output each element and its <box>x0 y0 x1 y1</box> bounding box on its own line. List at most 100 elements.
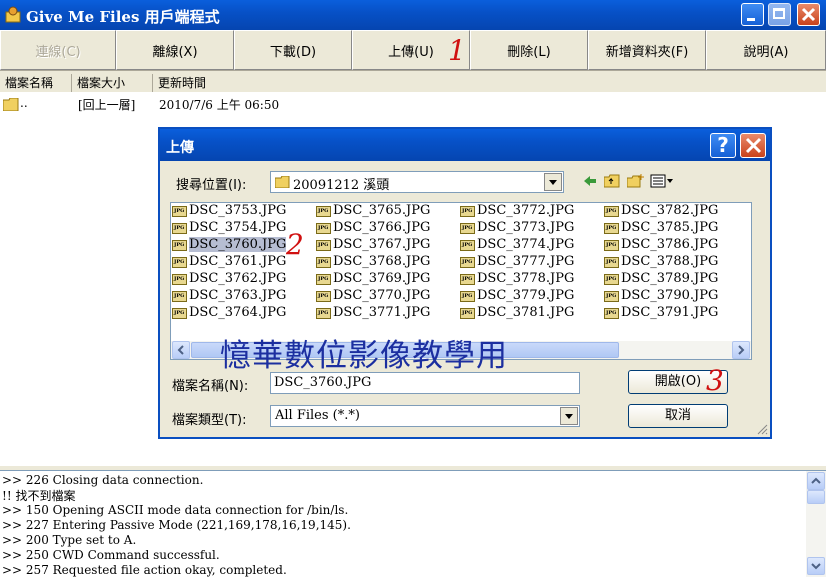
dialog-title-bar[interactable]: 上傳 ? <box>160 129 770 161</box>
row-name: .. <box>20 96 28 110</box>
file-item-label: DSC_3772.JPG <box>477 203 575 218</box>
file-item[interactable]: DSC_3778.JPG <box>459 271 574 287</box>
jpg-file-icon <box>460 206 475 217</box>
file-item[interactable]: DSC_3763.JPG <box>171 288 286 304</box>
log-panel[interactable]: >> 226 Closing data connection. !! 找不到檔案… <box>0 470 826 577</box>
chevron-right-icon <box>738 345 745 355</box>
file-item[interactable]: DSC_3779.JPG <box>459 288 574 304</box>
file-item[interactable]: DSC_3767.JPG <box>315 237 430 253</box>
download-button[interactable]: 下載(D) <box>234 30 352 70</box>
file-item[interactable]: DSC_3761.JPG <box>171 254 286 270</box>
table-row[interactable]: .. [回上一層] 2010/7/6 上午 06:50 <box>0 95 400 113</box>
maximize-button[interactable] <box>768 3 791 26</box>
scroll-thumb[interactable] <box>807 490 825 504</box>
disconnect-button[interactable]: 離線(X) <box>116 30 234 70</box>
jpg-file-icon <box>316 240 331 251</box>
column-header-size[interactable]: 檔案大小 <box>72 74 153 92</box>
file-item[interactable]: DSC_3754.JPG <box>171 220 286 236</box>
new-folder-icon[interactable] <box>627 174 645 188</box>
dialog-help-button[interactable]: ? <box>710 133 736 158</box>
step-marker-3: 3 <box>706 364 724 397</box>
scroll-left-button[interactable] <box>172 341 190 359</box>
log-line: >> 200 Type set to A. <box>2 533 137 547</box>
file-item[interactable]: DSC_3791.JPG <box>603 305 718 321</box>
scroll-up-button[interactable] <box>807 472 825 490</box>
file-item-label: DSC_3777.JPG <box>477 254 575 269</box>
file-item[interactable]: DSC_3773.JPG <box>459 220 574 236</box>
column-header-modified[interactable]: 更新時間 <box>153 74 826 92</box>
connect-button[interactable]: 連線(C) <box>0 30 116 70</box>
file-item[interactable]: DSC_3765.JPG <box>315 203 430 219</box>
jpg-file-icon <box>604 206 619 217</box>
file-item[interactable]: DSC_3789.JPG <box>603 271 718 287</box>
file-item[interactable]: DSC_3774.JPG <box>459 237 574 253</box>
chevron-down-icon[interactable] <box>560 407 578 425</box>
file-item[interactable]: DSC_3764.JPG <box>171 305 286 321</box>
filename-value: DSC_3760.JPG <box>274 375 372 390</box>
upload-dialog: 上傳 ? 搜尋位置(I): 20091212 溪頭 DSC_3753.JPG DS… <box>158 127 772 439</box>
chevron-down-icon[interactable] <box>544 173 562 191</box>
file-item[interactable]: DSC_3781.JPG <box>459 305 574 321</box>
scroll-right-button[interactable] <box>732 341 750 359</box>
jpg-file-icon <box>460 274 475 285</box>
file-item[interactable]: DSC_3762.JPG <box>171 271 286 287</box>
toolbar: 連線(C) 離線(X) 下載(D) 上傳(U) 刪除(L) 新增資料夾(F) 說… <box>0 30 826 71</box>
close-button[interactable] <box>797 3 820 26</box>
log-line: >> 250 CWD Command successful. <box>2 548 220 562</box>
new-folder-button[interactable]: 新增資料夾(F) <box>588 30 706 70</box>
row-modified: 2010/7/6 上午 06:50 <box>159 98 280 112</box>
view-menu-icon[interactable] <box>650 174 674 188</box>
resize-grip-icon[interactable] <box>756 423 768 435</box>
file-item[interactable]: DSC_3785.JPG <box>603 220 718 236</box>
scroll-down-button[interactable] <box>807 557 825 575</box>
help-button[interactable]: 說明(A) <box>706 30 826 70</box>
file-item-label: DSC_3761.JPG <box>189 254 287 269</box>
chevron-up-icon <box>811 477 821 484</box>
look-in-dropdown[interactable]: 20091212 溪頭 <box>270 171 564 193</box>
dialog-close-button[interactable] <box>740 133 766 158</box>
file-item-label: DSC_3764.JPG <box>189 305 287 320</box>
jpg-file-icon <box>316 223 331 234</box>
file-item[interactable]: DSC_3777.JPG <box>459 254 574 270</box>
step-marker-1: 1 <box>448 34 466 67</box>
minimize-button[interactable] <box>741 3 764 26</box>
window-title-bar[interactable]: Give Me Files 用戶端程式 <box>0 0 826 30</box>
jpg-file-icon <box>604 240 619 251</box>
minimize-icon <box>747 18 755 21</box>
jpg-file-icon <box>316 291 331 302</box>
file-item-label: DSC_3779.JPG <box>477 288 575 303</box>
jpg-file-icon <box>604 257 619 268</box>
file-item[interactable]: DSC_3788.JPG <box>603 254 718 270</box>
file-item[interactable]: DSC_3790.JPG <box>603 288 718 304</box>
log-line: >> 150 Opening ASCII mode data connectio… <box>2 503 349 517</box>
filetype-dropdown[interactable]: All Files (*.*) <box>270 405 580 427</box>
back-icon[interactable] <box>582 174 598 188</box>
file-item-label: DSC_3781.JPG <box>477 305 575 320</box>
file-item-label: DSC_3767.JPG <box>333 237 431 252</box>
file-item-label: DSC_3760.JPG <box>189 237 287 252</box>
file-item[interactable]: DSC_3782.JPG <box>603 203 718 219</box>
file-item[interactable]: DSC_3770.JPG <box>315 288 430 304</box>
jpg-file-icon <box>460 223 475 234</box>
delete-button[interactable]: 刪除(L) <box>470 30 588 70</box>
cancel-button[interactable]: 取消 <box>628 404 728 428</box>
up-folder-icon[interactable] <box>604 174 620 188</box>
file-item[interactable]: DSC_3766.JPG <box>315 220 430 236</box>
file-item-label: DSC_3769.JPG <box>333 271 431 286</box>
maximize-icon <box>773 8 785 19</box>
filename-input[interactable]: DSC_3760.JPG <box>270 372 580 394</box>
file-item[interactable]: DSC_3760.JPG <box>171 237 287 253</box>
file-item[interactable]: DSC_3768.JPG <box>315 254 430 270</box>
log-line: >> 227 Entering Passive Mode (221,169,17… <box>2 518 351 532</box>
close-icon <box>801 7 816 22</box>
file-item[interactable]: DSC_3771.JPG <box>315 305 430 321</box>
file-item[interactable]: DSC_3769.JPG <box>315 271 430 287</box>
log-line: >> 257 Requested file action okay, compl… <box>2 563 287 577</box>
close-icon <box>745 137 762 154</box>
file-item[interactable]: DSC_3786.JPG <box>603 237 718 253</box>
jpg-file-icon <box>604 223 619 234</box>
file-item[interactable]: DSC_3772.JPG <box>459 203 574 219</box>
log-scrollbar[interactable] <box>806 471 826 577</box>
file-item[interactable]: DSC_3753.JPG <box>171 203 286 219</box>
column-header-name[interactable]: 檔案名稱 <box>0 74 72 92</box>
